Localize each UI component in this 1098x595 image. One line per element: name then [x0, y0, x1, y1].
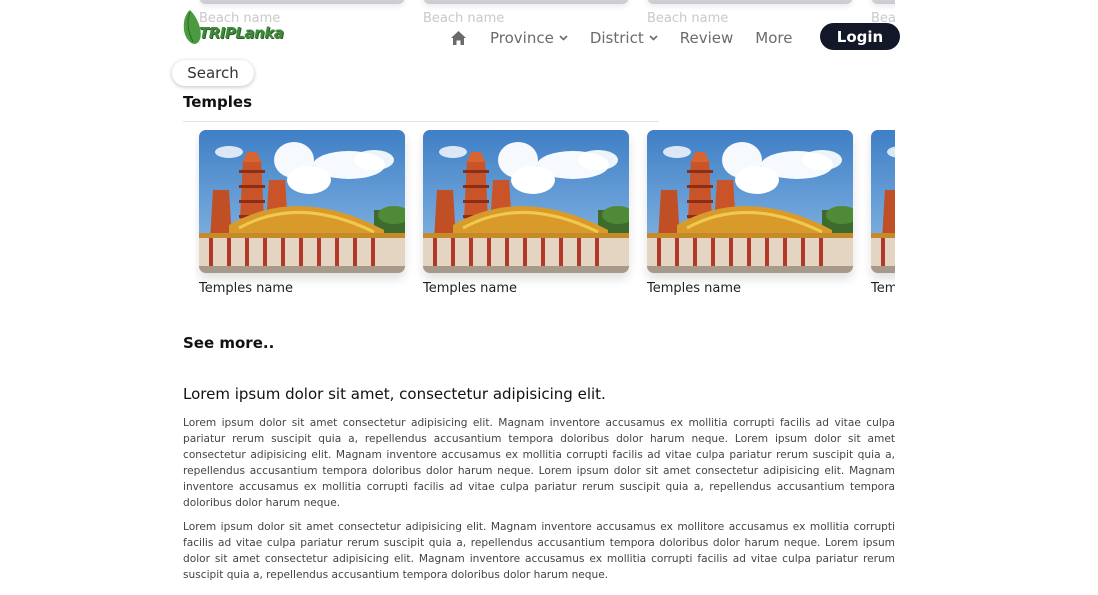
- article-title: Lorem ipsum dolor sit amet, consectetur …: [183, 385, 606, 403]
- beach-image: [199, 0, 405, 4]
- temples-carousel[interactable]: Temples name Temples name Temples name T…: [195, 130, 895, 310]
- beach-image: [647, 0, 853, 4]
- login-button[interactable]: Login: [820, 23, 900, 50]
- nav-review-label: Review: [679, 29, 734, 47]
- search-button[interactable]: Search: [172, 60, 254, 86]
- section-title-temples: Temples: [183, 93, 253, 111]
- nav-review[interactable]: Review: [680, 29, 734, 47]
- temple-card[interactable]: Temples name: [195, 130, 405, 296]
- chevron-down-icon: [649, 35, 658, 41]
- chevron-down-icon: [559, 35, 568, 41]
- nav-more[interactable]: More: [755, 29, 792, 47]
- article-paragraph: Lorem ipsum dolor sit amet consectetur a…: [183, 521, 895, 581]
- beach-name: Beach name: [647, 11, 729, 26]
- temple-image: [199, 130, 405, 273]
- temple-name: Temples name: [199, 281, 294, 296]
- temple-card[interactable]: Temples name: [867, 130, 895, 296]
- temple-card[interactable]: Temples name: [419, 130, 629, 296]
- beach-name: Beach name: [423, 11, 505, 26]
- main-nav: Province District Review More: [450, 26, 814, 50]
- nav-province-label: Province: [490, 29, 554, 47]
- temple-image: [871, 130, 895, 273]
- nav-district[interactable]: District: [590, 29, 658, 47]
- nav-district-label: District: [589, 29, 644, 47]
- article-paragraph: Lorem ipsum dolor sit amet consectetur a…: [183, 417, 895, 509]
- temple-card[interactable]: Temples name: [643, 130, 853, 296]
- beach-carousel[interactable]: Beach name Beach name Beach name Beach n…: [199, 0, 895, 28]
- brand-name: TRIPLanka: [199, 24, 284, 42]
- temple-name: Temples name: [423, 281, 518, 296]
- nav-province[interactable]: Province: [490, 29, 568, 47]
- temple-image: [423, 130, 629, 273]
- beach-image: [423, 0, 629, 4]
- temple-name: Temples name: [647, 281, 742, 296]
- home-icon[interactable]: [450, 29, 468, 47]
- section-divider: [183, 121, 659, 122]
- see-more-link[interactable]: See more..: [183, 334, 274, 352]
- beach-image: [871, 0, 895, 4]
- temple-name: Temples name: [871, 281, 895, 296]
- nav-more-label: More: [755, 29, 793, 47]
- temple-image: [647, 130, 853, 273]
- beach-card[interactable]: Beach name: [423, 0, 629, 26]
- brand-logo[interactable]: TRIPLanka: [181, 8, 284, 46]
- beach-card[interactable]: Beach name: [647, 0, 853, 26]
